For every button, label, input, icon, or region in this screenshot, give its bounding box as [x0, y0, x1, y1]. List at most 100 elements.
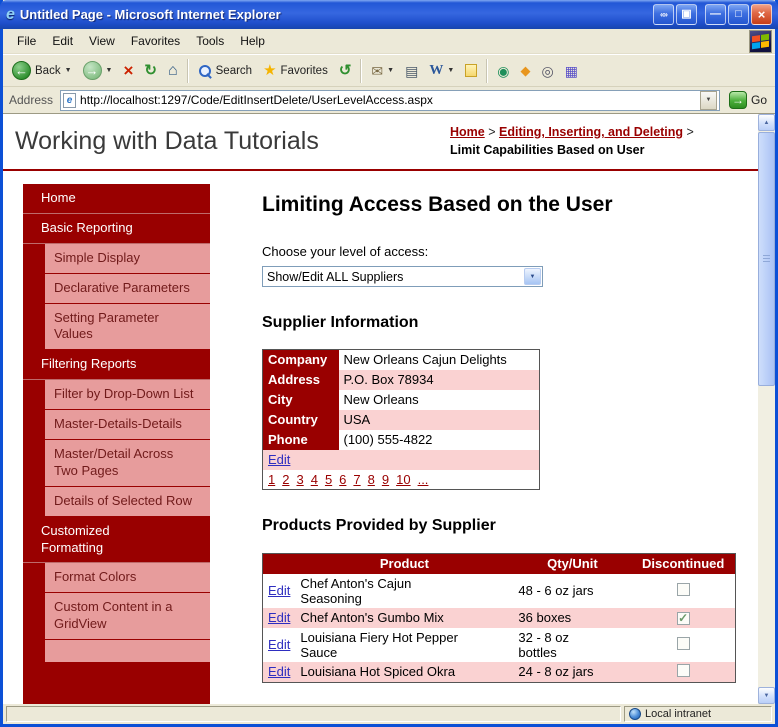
- sidebar-item-basic-reporting[interactable]: Basic Reporting: [23, 213, 210, 244]
- pager-link-10[interactable]: 10: [396, 472, 410, 487]
- address-dropdown-button[interactable]: ▼: [699, 90, 717, 110]
- discontinued-checkbox[interactable]: [676, 636, 690, 650]
- chevron-down-icon[interactable]: ▼: [524, 268, 541, 285]
- mail-dropdown-icon[interactable]: ▼: [387, 67, 394, 74]
- breadcrumb-section-link[interactable]: Editing, Inserting, and Deleting: [499, 125, 683, 139]
- page-title: Limiting Access Based on the User: [262, 193, 613, 216]
- supplier-info-heading: Supplier Information: [262, 314, 419, 331]
- back-dropdown-icon[interactable]: ▼: [65, 67, 72, 74]
- sidebar-item-customized-formatting[interactable]: Customized Formatting: [23, 516, 210, 564]
- status-pane-main: [6, 706, 621, 722]
- scrollbar-thumb[interactable]: [758, 132, 775, 386]
- back-button[interactable]: ← Back ▼: [7, 57, 77, 85]
- discuss-icon: [465, 64, 478, 77]
- print-icon: ▤: [405, 62, 419, 79]
- sidebar-item-master-details-details[interactable]: Master-Details-Details: [45, 410, 210, 441]
- sidebar-item-format-colors[interactable]: Format Colors: [45, 563, 210, 594]
- pager: 1 2 3 4 5 6 7 8 9 10...: [263, 470, 540, 490]
- back-label: Back: [35, 64, 61, 77]
- print-button[interactable]: ▤: [400, 57, 423, 85]
- favorites-button[interactable]: ★ Favorites: [258, 57, 333, 85]
- discuss-button[interactable]: [460, 57, 482, 85]
- table-row: Edit Louisiana Hot Spiced Okra 24 - 8 oz…: [262, 661, 736, 682]
- status-bar: Local intranet: [3, 704, 775, 724]
- pager-link-3[interactable]: 3: [296, 472, 303, 487]
- extra-window-button[interactable]: ▣: [676, 4, 697, 25]
- sidebar-item-declarative-parameters[interactable]: Declarative Parameters: [45, 273, 210, 304]
- main-content: Limiting Access Based on the User Choose…: [262, 184, 758, 683]
- field-value: P.O. Box 78934: [338, 369, 540, 390]
- address-input[interactable]: e http://localhost:1297/Code/EditInsertD…: [60, 89, 720, 111]
- scroll-up-button[interactable]: ▲: [758, 114, 775, 131]
- discontinued-checkbox[interactable]: ✓: [676, 612, 690, 625]
- product-edit-link[interactable]: Edit: [268, 610, 290, 625]
- minimize-button[interactable]: —: [705, 4, 726, 25]
- product-edit-link[interactable]: Edit: [268, 583, 290, 598]
- discontinued-checkbox[interactable]: [676, 663, 690, 677]
- home-button[interactable]: ⌂: [163, 57, 183, 85]
- pager-link-2[interactable]: 2: [282, 472, 289, 487]
- maximize-button[interactable]: □: [728, 4, 749, 25]
- discontinued-checkbox[interactable]: [676, 582, 690, 596]
- sidebar-nav: Home Basic Reporting Simple Display Decl…: [23, 184, 210, 704]
- pager-link-4[interactable]: 4: [311, 472, 318, 487]
- sidebar-item-custom-content-gridview[interactable]: Custom Content in a GridView: [45, 593, 210, 641]
- sidebar-item-filtering-reports[interactable]: Filtering Reports: [23, 350, 210, 381]
- stop-button[interactable]: ×: [118, 57, 138, 85]
- pager-link-7[interactable]: 7: [353, 472, 360, 487]
- forward-dropdown-icon[interactable]: ▼: [106, 67, 113, 74]
- pager-link-9[interactable]: 9: [382, 472, 389, 487]
- edit-with-word-button[interactable]: W ▼: [424, 57, 459, 85]
- ie-window: e Untitled Page - Microsoft Internet Exp…: [0, 0, 778, 727]
- vertical-scrollbar[interactable]: ▲ ▼: [758, 114, 775, 704]
- menu-file[interactable]: File: [9, 30, 44, 52]
- menu-help[interactable]: Help: [232, 30, 273, 52]
- address-url[interactable]: http://localhost:1297/Code/EditInsertDel…: [80, 93, 696, 107]
- sidebar-item-details-of-selected-row[interactable]: Details of Selected Row: [45, 486, 210, 517]
- menu-tools[interactable]: Tools: [188, 30, 232, 52]
- pager-link-8[interactable]: 8: [368, 472, 375, 487]
- pager-link-6[interactable]: 6: [339, 472, 346, 487]
- product-edit-link[interactable]: Edit: [268, 637, 290, 652]
- menu-edit[interactable]: Edit: [44, 30, 81, 52]
- sidebar-item-setting-parameter-values[interactable]: Setting Parameter Values: [45, 303, 210, 351]
- product-qty: 36 boxes: [513, 607, 632, 628]
- search-label: Search: [215, 64, 253, 77]
- addon-button-3[interactable]: ◎: [536, 57, 558, 85]
- access-level-select[interactable]: Show/Edit ALL Suppliers ▼: [262, 266, 543, 287]
- mail-button[interactable]: ✉ ▼: [366, 57, 399, 85]
- sidebar-item-clipped[interactable]: [45, 640, 210, 663]
- address-label: Address: [9, 93, 54, 107]
- product-name: Louisiana Fiery Hot Pepper Sauce: [300, 629, 458, 660]
- favorites-star-icon: ★: [263, 62, 277, 79]
- chevrons-button[interactable]: «»: [653, 4, 674, 25]
- menu-bar: File Edit View Favorites Tools Help: [3, 29, 775, 54]
- sidebar-item-master-detail-two-pages[interactable]: Master/Detail Across Two Pages: [45, 440, 210, 487]
- breadcrumb-home-link[interactable]: Home: [450, 125, 485, 139]
- menu-view[interactable]: View: [81, 30, 123, 52]
- pager-link-1[interactable]: 1: [268, 472, 275, 487]
- edit-dropdown-icon[interactable]: ▼: [447, 67, 454, 74]
- table-row: Edit Louisiana Fiery Hot Pepper Sauce 32…: [263, 628, 736, 662]
- breadcrumb: Home > Editing, Inserting, and Deleting …: [450, 124, 750, 159]
- search-button[interactable]: Search: [193, 57, 257, 85]
- sidebar-item-simple-display[interactable]: Simple Display: [45, 243, 210, 274]
- supplier-edit-link[interactable]: Edit: [268, 452, 290, 467]
- pager-link-5[interactable]: 5: [325, 472, 332, 487]
- refresh-button[interactable]: ↻: [139, 57, 162, 85]
- history-button[interactable]: ↺: [334, 57, 357, 85]
- close-button[interactable]: ×: [751, 4, 772, 25]
- forward-button[interactable]: → ▼: [78, 57, 118, 85]
- sidebar-item-filter-by-dropdown-list[interactable]: Filter by Drop-Down List: [45, 380, 210, 411]
- address-bar: Address e http://localhost:1297/Code/Edi…: [3, 87, 775, 114]
- addon-button-1[interactable]: ◉: [492, 57, 514, 85]
- addon-button-2[interactable]: ◆: [515, 57, 535, 85]
- addon-button-4[interactable]: ▦: [560, 57, 583, 85]
- supplier-details-table: Company New Orleans Cajun Delights Addre…: [262, 349, 540, 490]
- pager-link-more[interactable]: ...: [418, 472, 429, 487]
- menu-favorites[interactable]: Favorites: [123, 30, 188, 52]
- product-edit-link[interactable]: Edit: [268, 664, 290, 679]
- go-button[interactable]: → Go: [724, 89, 772, 111]
- scroll-down-button[interactable]: ▼: [758, 687, 775, 704]
- sidebar-item-home[interactable]: Home: [23, 184, 210, 214]
